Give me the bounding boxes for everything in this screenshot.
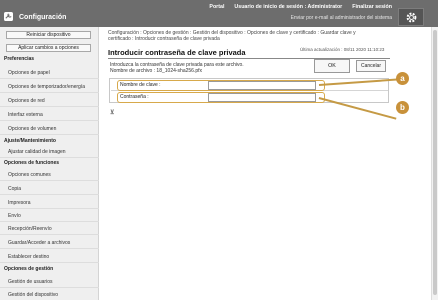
sidebar-item-paper[interactable]: Opciones de papel [0,67,99,79]
callout-marker-a: a [396,72,409,85]
logout-link[interactable]: Finalizar sesión [352,4,392,10]
scrollbar[interactable] [431,27,438,300]
sidebar-heading-maintenance: Ajuste/Mantenimiento [4,138,56,144]
portal-link[interactable]: Portal [209,4,224,10]
sidebar-item-common[interactable]: Opciones comunes [0,169,99,181]
callout-marker-b: b [396,101,409,114]
file-name: Nombre de archivo : 18_1024-sha256.pfx [110,67,203,74]
sidebar-heading-functions: Opciones de funciones [4,160,60,166]
apply-changes-button[interactable]: Aplicar cambios a opciones [6,44,91,52]
last-updated: Última actualización : 08/11 2020 11:10:… [300,47,385,52]
scroll-thumb[interactable] [433,30,437,295]
sidebar-item-copy[interactable]: Copia [0,183,99,195]
top-bar: Configuración Portal Usuario de inicio d… [0,0,438,27]
cancel-button[interactable]: Cancelar [356,60,386,72]
sidebar-item-store-access[interactable]: Guardar/Acceder a archivos [0,237,99,249]
collapse-icon[interactable]: ⊻ [110,109,114,116]
sidebar-item-user-management[interactable]: Gestión de usuarios [0,276,99,288]
login-user: Usuario de inicio de sesión : Administra… [234,4,343,10]
sidebar-item-send[interactable]: Envío [0,210,99,222]
ok-button[interactable]: OK [314,59,350,73]
sidebar-item-external-interface[interactable]: Interfaz externa [0,109,99,121]
breadcrumb: Configuración : Opciones de gestión : Ge… [108,30,356,42]
sidebar-item-receive-forward[interactable]: Recepción/Reenvío [0,223,99,235]
sidebar-heading-preferences: Preferencias [4,56,35,62]
mail-admin-link[interactable]: Enviar por e-mail al administrador del s… [291,15,392,21]
sidebar-item-network[interactable]: Opciones de red [0,95,99,107]
main-content: Configuración : Opciones de gestión : Ge… [104,27,429,300]
page-title: Introducir contraseña de clave privada [108,48,246,57]
description: Introduzca la contraseña de clave privad… [110,62,244,74]
sidebar-item-timer-energy[interactable]: Opciones de temporizador/energía [0,81,99,93]
restart-device-button[interactable]: Reiniciar dispositivo [6,31,91,39]
sidebar-item-printer[interactable]: Impresora [0,197,99,209]
sidebar-item-destination[interactable]: Establecer destino [0,251,99,263]
sidebar-item-image-quality[interactable]: Ajustar calidad de imagen [0,146,99,158]
sidebar-item-volume[interactable]: Opciones de volumen [0,123,99,135]
app-title: Configuración [19,14,67,21]
sidebar-heading-management: Opciones de gestión [4,266,54,272]
gear-icon [406,12,417,23]
password-highlight [117,92,325,103]
key-name-highlight [117,80,325,91]
wrench-icon [4,12,13,21]
sidebar: Reiniciar dispositivo Aplicar cambios a … [0,27,99,300]
settings-button[interactable] [398,8,424,26]
sidebar-item-device-management[interactable]: Gestión del dispositivo [0,289,99,300]
